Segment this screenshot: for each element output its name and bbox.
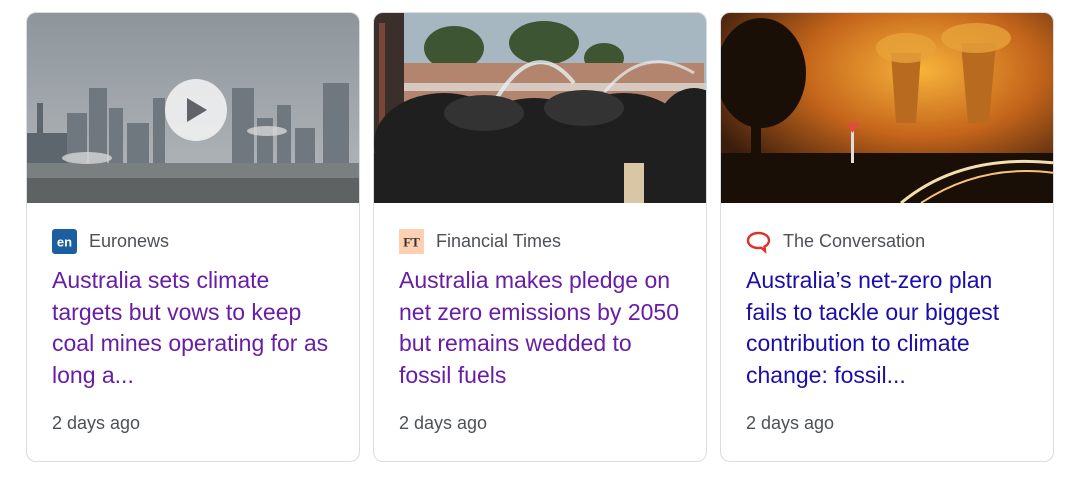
news-source: FT Financial Times: [399, 229, 561, 254]
news-card-financial-times[interactable]: FT Financial Times Australia makes pledg…: [373, 12, 707, 462]
source-name: Euronews: [89, 231, 170, 251]
news-card-the-conversation[interactable]: The Conversation Australia’s net-zero pl…: [720, 12, 1054, 462]
news-thumbnail-power-station[interactable]: [721, 13, 1053, 203]
euronews-logo-icon: en: [52, 229, 77, 254]
published-time: 2 days ago: [746, 413, 835, 433]
speech-bubble-icon: [746, 229, 771, 254]
news-source: en Euronews: [52, 229, 169, 254]
source-name: Financial Times: [436, 231, 562, 251]
news-source: The Conversation: [746, 229, 925, 254]
published-time: 2 days ago: [52, 413, 141, 433]
news-carousel: en Euronews Australia sets climate targe…: [26, 12, 1054, 462]
headline-link[interactable]: Australia makes pledge on net zero emiss…: [399, 265, 689, 391]
news-thumbnail-city-skyline[interactable]: [27, 13, 359, 203]
headline-link[interactable]: Australia sets climate targets but vows …: [52, 265, 342, 391]
headline-link[interactable]: Australia’s net-zero plan fails to tackl…: [746, 265, 1036, 391]
news-thumbnail-coal-stockpile[interactable]: [374, 13, 706, 203]
play-video-icon[interactable]: [165, 79, 227, 141]
published-time: 2 days ago: [399, 413, 488, 433]
source-name: The Conversation: [783, 231, 926, 251]
ft-logo-icon: FT: [399, 229, 424, 254]
news-card-euronews[interactable]: en Euronews Australia sets climate targe…: [26, 12, 360, 462]
euronews-logo-text: en: [57, 235, 72, 250]
ft-logo-text: FT: [403, 235, 420, 250]
